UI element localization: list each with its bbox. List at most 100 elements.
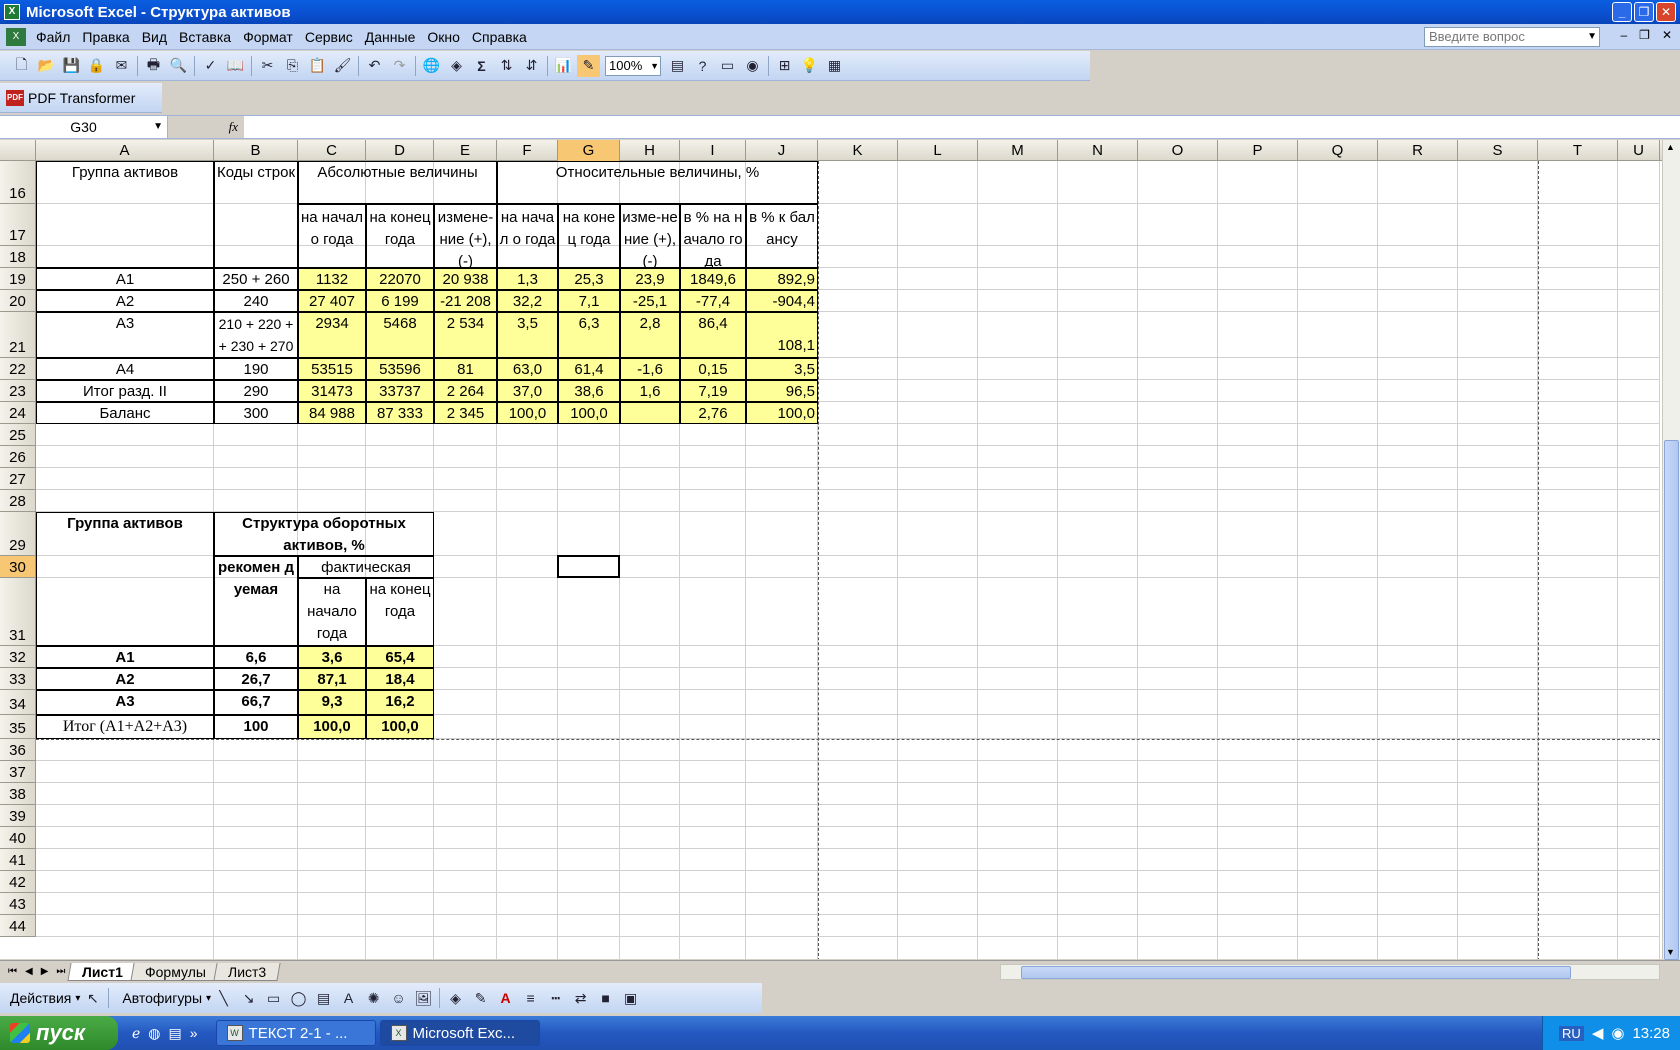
column-header-n[interactable]: N	[1058, 140, 1138, 161]
column-header-h[interactable]: H	[620, 140, 680, 161]
autoshapes-menu[interactable]: Автофигуры	[112, 990, 206, 1006]
table2-cell[interactable]: 87,1	[298, 668, 366, 690]
formula-input[interactable]	[244, 116, 1680, 138]
prev-sheet-icon[interactable]: ◀	[25, 966, 33, 977]
table1-cell[interactable]: 240	[214, 290, 298, 312]
table1-cell[interactable]: 23,9	[620, 268, 680, 290]
cut-icon[interactable]: ✂	[256, 55, 279, 77]
header-recommended[interactable]: рекомен дуемая	[214, 556, 298, 646]
table1-cell[interactable]: 190	[214, 358, 298, 380]
table1-cell[interactable]: А4	[36, 358, 214, 380]
header-line-codes[interactable]: Коды строк	[214, 161, 298, 268]
table1-cell[interactable]: -21 208	[434, 290, 497, 312]
row-header-41[interactable]: 41	[0, 849, 36, 871]
font-color-icon[interactable]: A	[494, 987, 517, 1009]
start-button[interactable]: пуск	[0, 1016, 118, 1050]
row-header-31[interactable]: 31	[0, 578, 36, 646]
column-header-q[interactable]: Q	[1298, 140, 1378, 161]
table1-cell[interactable]: 6 199	[366, 290, 434, 312]
table1-cell[interactable]: 81	[434, 358, 497, 380]
row-header-43[interactable]: 43	[0, 893, 36, 915]
row-header-24[interactable]: 24	[0, 402, 36, 424]
chevron-down-icon[interactable]: ▼	[1587, 28, 1597, 46]
menu-tools[interactable]: Сервис	[299, 29, 359, 45]
header-end-year[interactable]: на конец года	[366, 578, 434, 646]
oval-icon[interactable]: ◯	[287, 987, 310, 1009]
table1-cell[interactable]: 32,2	[497, 290, 558, 312]
table1-cell[interactable]: 22070	[366, 268, 434, 290]
select-all-corner[interactable]	[0, 140, 36, 161]
row-header-44[interactable]: 44	[0, 915, 36, 937]
chevron-right-icon[interactable]: »	[190, 1025, 198, 1042]
hscroll-thumb[interactable]	[1021, 966, 1571, 979]
3d-icon[interactable]: ▣	[619, 987, 642, 1009]
chevron-down-icon[interactable]: ▼	[650, 57, 659, 75]
header-structure[interactable]: Структура оборотных активов, %	[214, 512, 434, 556]
table1-cell[interactable]: 6,3	[558, 312, 620, 358]
column-header-o[interactable]: O	[1138, 140, 1218, 161]
table1-cell[interactable]: 100,0	[497, 402, 558, 424]
header-asset-group-2[interactable]: Группа активов	[36, 512, 214, 646]
table1-cell[interactable]: 1,6	[620, 380, 680, 402]
help-search-input[interactable]: Введите вопрос ▼	[1424, 27, 1600, 47]
name-box[interactable]: G30 ▼	[0, 116, 168, 138]
rectangle-icon[interactable]: ▭	[262, 987, 285, 1009]
hyperlink-icon[interactable]: 🌐	[420, 55, 443, 77]
table1-cell[interactable]: Итог разд. II	[36, 380, 214, 402]
subheader-2[interactable]: измене-ние (+), (-)	[434, 204, 497, 268]
table1-cell[interactable]: -1,6	[620, 358, 680, 380]
task-excel[interactable]: X Microsoft Exc...	[379, 1020, 540, 1046]
table1-cell[interactable]: 7,19	[680, 380, 746, 402]
active-cell[interactable]	[557, 555, 620, 578]
table1-cell[interactable]: 1132	[298, 268, 366, 290]
sort-ascending-icon[interactable]: ⇅	[495, 55, 518, 77]
menu-file[interactable]: Файл	[30, 29, 76, 45]
tray-arrow-icon[interactable]: ◀	[1592, 1024, 1604, 1042]
workbook-icon[interactable]: X	[6, 27, 26, 46]
calendar-icon[interactable]: ▭	[716, 55, 739, 77]
table1-cell[interactable]: 2,8	[620, 312, 680, 358]
last-sheet-icon[interactable]: ⏭	[56, 966, 65, 977]
column-header-a[interactable]: A	[36, 140, 214, 161]
table1-cell[interactable]: 100,0	[558, 402, 620, 424]
subheader-5[interactable]: изме-нение (+), (-)	[620, 204, 680, 268]
arrow-icon[interactable]: ↘	[237, 987, 260, 1009]
textbox-icon[interactable]: ▤	[312, 987, 335, 1009]
wordart-icon[interactable]: A	[337, 987, 360, 1009]
table1-cell[interactable]: 2 264	[434, 380, 497, 402]
scroll-down-icon[interactable]: ▼	[1666, 947, 1675, 957]
table1-cell[interactable]: 250 + 260	[214, 268, 298, 290]
redo-icon[interactable]: ↷	[388, 55, 411, 77]
column-header-p[interactable]: P	[1218, 140, 1298, 161]
table1-cell[interactable]: 210 + 220 + + 230 + 270	[214, 312, 298, 358]
row-header-40[interactable]: 40	[0, 827, 36, 849]
menu-view[interactable]: Вид	[136, 29, 173, 45]
format-painter-icon[interactable]: 🖌	[331, 55, 354, 77]
table1-cell[interactable]	[620, 402, 680, 424]
row-header-34[interactable]: 34	[0, 690, 36, 715]
zoom-select[interactable]: 100% ▼	[605, 55, 661, 76]
open-icon[interactable]: 📂	[35, 55, 58, 77]
table1-cell[interactable]: 25,3	[558, 268, 620, 290]
table1-cell[interactable]: А3	[36, 312, 214, 358]
chevron-down-icon[interactable]: ▼	[153, 116, 163, 138]
doc-minimize-button[interactable]: –	[1620, 28, 1627, 42]
worksheet-grid[interactable]: ABCDEFGHIJKLMNOPQRSTU 16 17 18 19 20 21 22 23 24…	[0, 140, 1680, 959]
table2-cell[interactable]: 100	[214, 715, 298, 739]
undo-icon[interactable]: ↶	[363, 55, 386, 77]
select-objects-icon[interactable]: ↖	[81, 987, 104, 1009]
borders-icon[interactable]: ⊞	[773, 55, 796, 77]
shadow-icon[interactable]: ■	[594, 987, 617, 1009]
row-header-42[interactable]: 42	[0, 871, 36, 893]
line-color-icon[interactable]: ✎	[469, 987, 492, 1009]
table1-cell[interactable]: -904,4	[746, 290, 818, 312]
email-icon[interactable]: ✉	[110, 55, 133, 77]
header-start-year[interactable]: на начало года	[298, 578, 366, 646]
subheader-4[interactable]: на конец года	[558, 204, 620, 268]
row-header-37[interactable]: 37	[0, 761, 36, 783]
row-header-26[interactable]: 26	[0, 446, 36, 468]
header-asset-group[interactable]: Группа активов	[36, 161, 214, 268]
column-header-g[interactable]: G	[558, 140, 620, 161]
table1-cell[interactable]: А2	[36, 290, 214, 312]
subheader-3[interactable]: на начал о года	[497, 204, 558, 268]
